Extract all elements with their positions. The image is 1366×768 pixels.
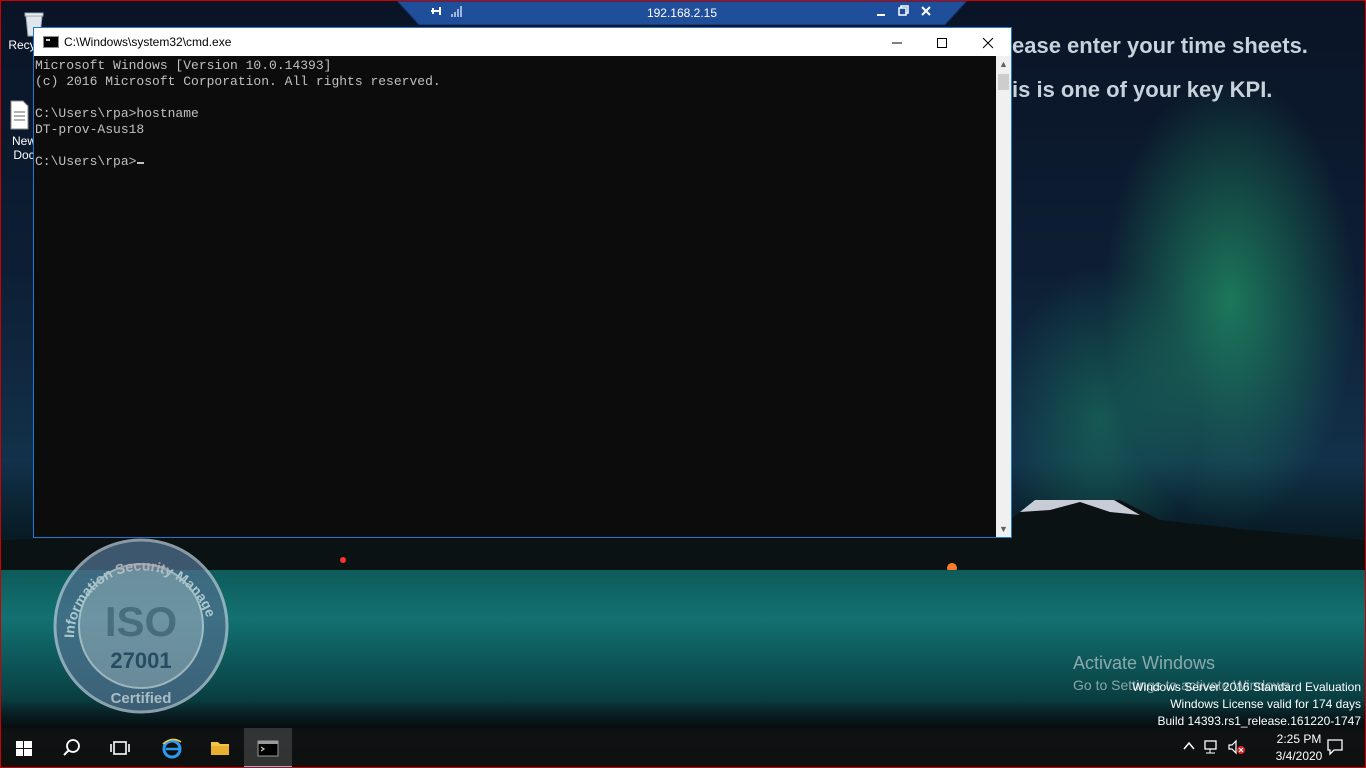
clock-date: 3/4/2020 (1275, 749, 1323, 763)
server-version-info: Windows Server 2016 Standard Evaluation … (1132, 679, 1361, 730)
cmd-window[interactable]: C:\Windows\system32\cmd.exe Microsoft Wi… (33, 27, 1012, 538)
console-line: C:\Users\rpa>hostname (35, 106, 199, 121)
close-icon (982, 37, 994, 49)
search-icon (63, 739, 80, 756)
activate-windows-title: Activate Windows (1073, 653, 1216, 673)
console-prompt: C:\Users\rpa> (35, 154, 137, 169)
cmd-taskbar-button[interactable] (244, 728, 292, 768)
document-icon (10, 100, 29, 130)
cmd-maximize-button[interactable] (919, 28, 965, 56)
scrollbar-thumb[interactable] (998, 74, 1009, 90)
server-edition: Windows Server 2016 Standard Evaluation (1132, 680, 1361, 694)
maximize-icon (937, 38, 947, 49)
console-prompt-line[interactable]: C:\Users\rpa> (35, 154, 996, 170)
cmd-app-icon (43, 36, 59, 48)
task-view-button[interactable] (96, 728, 144, 768)
start-button[interactable] (0, 728, 48, 768)
rdp-restore-button[interactable] (897, 4, 915, 22)
close-icon (921, 6, 931, 16)
seal-certified-text: Certified (111, 690, 172, 707)
search-button[interactable] (48, 728, 96, 768)
cmd-icon (257, 740, 279, 757)
action-center-button[interactable] (1326, 738, 1344, 759)
volume-muted-icon (1228, 739, 1245, 755)
volume-tray-button[interactable] (1228, 739, 1246, 758)
scroll-down-arrow-icon[interactable]: ▼ (996, 521, 1011, 537)
file-explorer-button[interactable] (196, 728, 244, 768)
text-cursor (137, 162, 145, 164)
chevron-up-icon (1183, 741, 1195, 750)
scroll-up-arrow-icon[interactable]: ▲ (996, 56, 1011, 72)
iso-certification-seal: Information Security Management System I… (48, 538, 229, 714)
taskbar-clock[interactable]: 2:25 PM 3/4/2020 (1272, 731, 1326, 765)
start-icon (16, 741, 32, 756)
rdp-close-button[interactable] (920, 4, 938, 22)
seal-iso-text: ISO (105, 598, 177, 645)
console-line: Microsoft Windows [Version 10.0.14393] (35, 58, 332, 73)
restore-icon (898, 5, 909, 16)
action-center-icon (1327, 739, 1343, 756)
rdp-minimize-button[interactable] (875, 4, 893, 22)
internet-explorer-icon (162, 738, 182, 759)
network-tray-button[interactable] (1204, 739, 1222, 758)
cmd-window-title: C:\Windows\system32\cmd.exe (64, 35, 232, 49)
console-line: DT-prov-Asus18 (35, 122, 145, 137)
server-license: Windows License valid for 174 days (1170, 697, 1361, 711)
network-icon (1204, 740, 1217, 754)
seal-number-text: 27001 (110, 648, 171, 673)
cmd-close-button[interactable] (965, 28, 1011, 56)
taskbar: 2:25 PM 3/4/2020 (0, 728, 1366, 768)
clock-time: 2:25 PM (1276, 732, 1322, 746)
cmd-minimize-button[interactable] (874, 28, 920, 56)
file-explorer-icon (211, 742, 229, 755)
minimize-icon (877, 14, 885, 16)
wallpaper-text-line1: ease enter your time sheets. (1012, 33, 1308, 58)
console-line: (c) 2016 Microsoft Corporation. All righ… (35, 74, 441, 89)
rdp-connection-bar[interactable]: 192.168.2.15 (397, 1, 967, 25)
task-view-icon (110, 741, 130, 755)
internet-explorer-button[interactable] (148, 728, 196, 768)
cmd-console-output[interactable]: Microsoft Windows [Version 10.0.14393] (… (34, 56, 996, 537)
show-hidden-icons-button[interactable] (1182, 739, 1196, 756)
cmd-titlebar[interactable]: C:\Windows\system32\cmd.exe (34, 28, 1011, 56)
minimize-icon (892, 42, 902, 44)
desktop-icon-label: Recy (8, 38, 36, 52)
wallpaper-text-line2: is is one of your key KPI. (1012, 77, 1273, 102)
cmd-vertical-scrollbar[interactable]: ▲ ▼ (996, 56, 1011, 537)
